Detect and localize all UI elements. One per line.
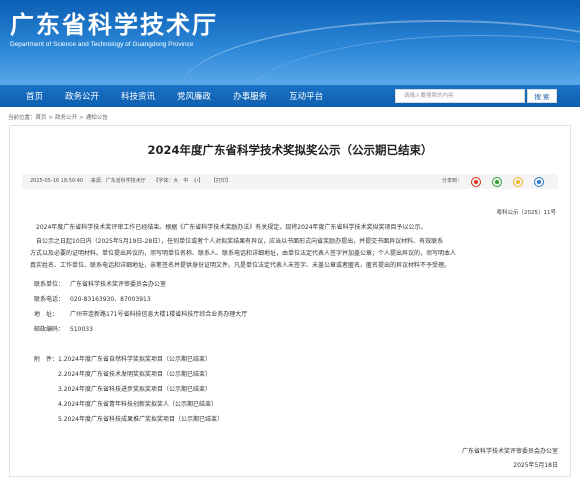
contact-key: 联系电话： xyxy=(34,296,65,303)
share-label: 分享到： xyxy=(441,178,462,184)
article-source: 来源：广东省科学技术厅 xyxy=(90,178,146,184)
contact-value: 020-83163930、87003913 xyxy=(70,296,151,303)
publish-date: 2025-05-16 18:50:40 xyxy=(30,178,84,184)
contact-key: 地 址： xyxy=(34,311,59,318)
contact-value: 广州市连新路171号省科技信息大楼1楼省科技厅综合业务办理大厅 xyxy=(70,311,248,318)
contact-line: 联系电话： 020-83163930、87003913 xyxy=(34,294,151,303)
main-nav: 首页 政务公开 科技资讯 党风廉政 办事服务 互动平台 请输入要搜索的内容 搜 … xyxy=(0,85,580,107)
contact-line: 地 址： 广州市连新路171号省科技信息大楼1楼省科技厅综合业务办理大厅 xyxy=(34,309,247,318)
document-number: 粤科公示〔2025〕11号 xyxy=(496,210,557,216)
contact-line: 联系单位： 广东省科学技术奖评审委员会办公室 xyxy=(34,279,166,288)
attachment-link[interactable]: 3.2024年度广东省科技进步奖拟奖项目（公示期已结束） xyxy=(58,384,211,393)
breadcrumb-prefix: 当前位置： xyxy=(8,115,36,121)
nav-item-home[interactable]: 首页 xyxy=(26,90,43,102)
nav-item-interaction[interactable]: 互动平台 xyxy=(289,90,323,102)
plus-icon[interactable] xyxy=(534,176,544,187)
search-input[interactable]: 请输入要搜索的内容 xyxy=(395,89,525,103)
attachment-link[interactable]: 2.2024年度广东省技术发明奖拟奖项目（公示期已结束） xyxy=(58,369,211,378)
breadcrumb: 当前位置：首页 > 政务公开 > 通知公告 xyxy=(8,113,108,121)
breadcrumb-item-home[interactable]: 首页 xyxy=(36,115,47,121)
font-size-controls[interactable]: 【字体：大 中 小】 xyxy=(153,178,203,184)
paragraph: 2024年度广东省科学技术奖评审工作已经结束。根据《广东省科学技术奖励办法》有关… xyxy=(36,224,427,231)
contact-value: 广东省科学技术奖评审委员会办公室 xyxy=(70,281,167,288)
paragraph: 方式以及必要的证明材料。单位提出异议的，须写明单位名称、联系人、联系电话和详细地… xyxy=(30,250,457,257)
breadcrumb-item-gov[interactable]: 政务公开 xyxy=(55,115,77,121)
breadcrumb-item-notice[interactable]: 通知公告 xyxy=(86,115,108,121)
contact-key: 联系单位： xyxy=(34,281,65,288)
site-subtitle: Department of Science and Technology of … xyxy=(10,41,194,48)
print-link[interactable]: 【打印】 xyxy=(211,178,231,184)
paragraph: 自公示之日起10日内（2025年5月19日-28日），任何单位或者个人对拟奖结果… xyxy=(36,238,444,245)
nav-item-tech-news[interactable]: 科技资讯 xyxy=(121,90,155,102)
attachments-label: 附 件： xyxy=(34,356,59,363)
article-meta-bar: 2025-05-16 18:50:40 来源：广东省科学技术厅 【字体：大 中 … xyxy=(22,174,558,189)
contact-line: 邮政编码： 510033 xyxy=(34,324,93,333)
nav-item-services[interactable]: 办事服务 xyxy=(233,90,267,102)
signature-org: 广东省科学技术奖评审委员会办公室 xyxy=(461,448,558,455)
nav-item-government-affairs[interactable]: 政务公开 xyxy=(65,90,99,102)
contact-key: 邮政编码： xyxy=(34,326,65,333)
breadcrumb-separator: > xyxy=(79,115,84,121)
attachment-row: 附 件：1.2024年度广东省自然科学奖拟奖项目（公示期已结束） xyxy=(34,354,211,363)
attachment-link[interactable]: 5.2024年度广东省科技成果推广奖拟奖项目（公示期已结束） xyxy=(58,414,223,423)
contact-value: 510033 xyxy=(70,326,93,333)
attachment-link[interactable]: 1.2024年度广东省自然科学奖拟奖项目（公示期已结束） xyxy=(58,356,211,363)
attachment-link[interactable]: 4.2024年度广东省青年科技创新奖拟奖人（公示期已结束） xyxy=(58,399,217,408)
weibo-icon[interactable] xyxy=(471,176,481,187)
search-button[interactable]: 搜 索 xyxy=(527,89,557,103)
article-title: 2024年度广东省科学技术奖拟奖公示（公示期已结束） xyxy=(147,143,433,157)
qzone-icon[interactable] xyxy=(513,176,523,187)
share-bar: 分享到： xyxy=(442,174,550,189)
paragraph: 真实姓名、工作单位、联系电话和详细地址，亲笔签名并提供身份证明文件。凡是单位法定… xyxy=(30,262,451,269)
wechat-icon[interactable] xyxy=(492,176,502,187)
site-header: 广东省科学技术厅 Department of Science and Techn… xyxy=(0,0,580,85)
article-panel: 2024年度广东省科学技术奖拟奖公示（公示期已结束） 2025-05-16 18… xyxy=(9,125,571,477)
signature-date: 2025年5月18日 xyxy=(513,462,558,469)
site-title[interactable]: 广东省科学技术厅 xyxy=(10,5,218,40)
breadcrumb-separator: > xyxy=(48,115,54,121)
nav-item-party-integrity[interactable]: 党风廉政 xyxy=(177,90,211,102)
